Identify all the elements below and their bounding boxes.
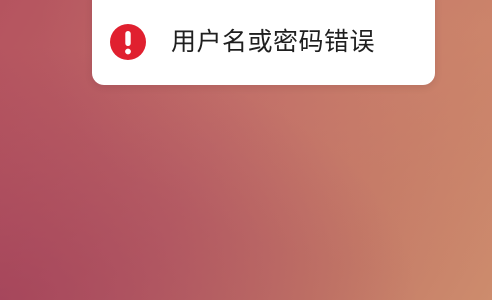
error-message: 用户名或密码错误 <box>171 27 376 56</box>
error-icon <box>110 24 146 60</box>
